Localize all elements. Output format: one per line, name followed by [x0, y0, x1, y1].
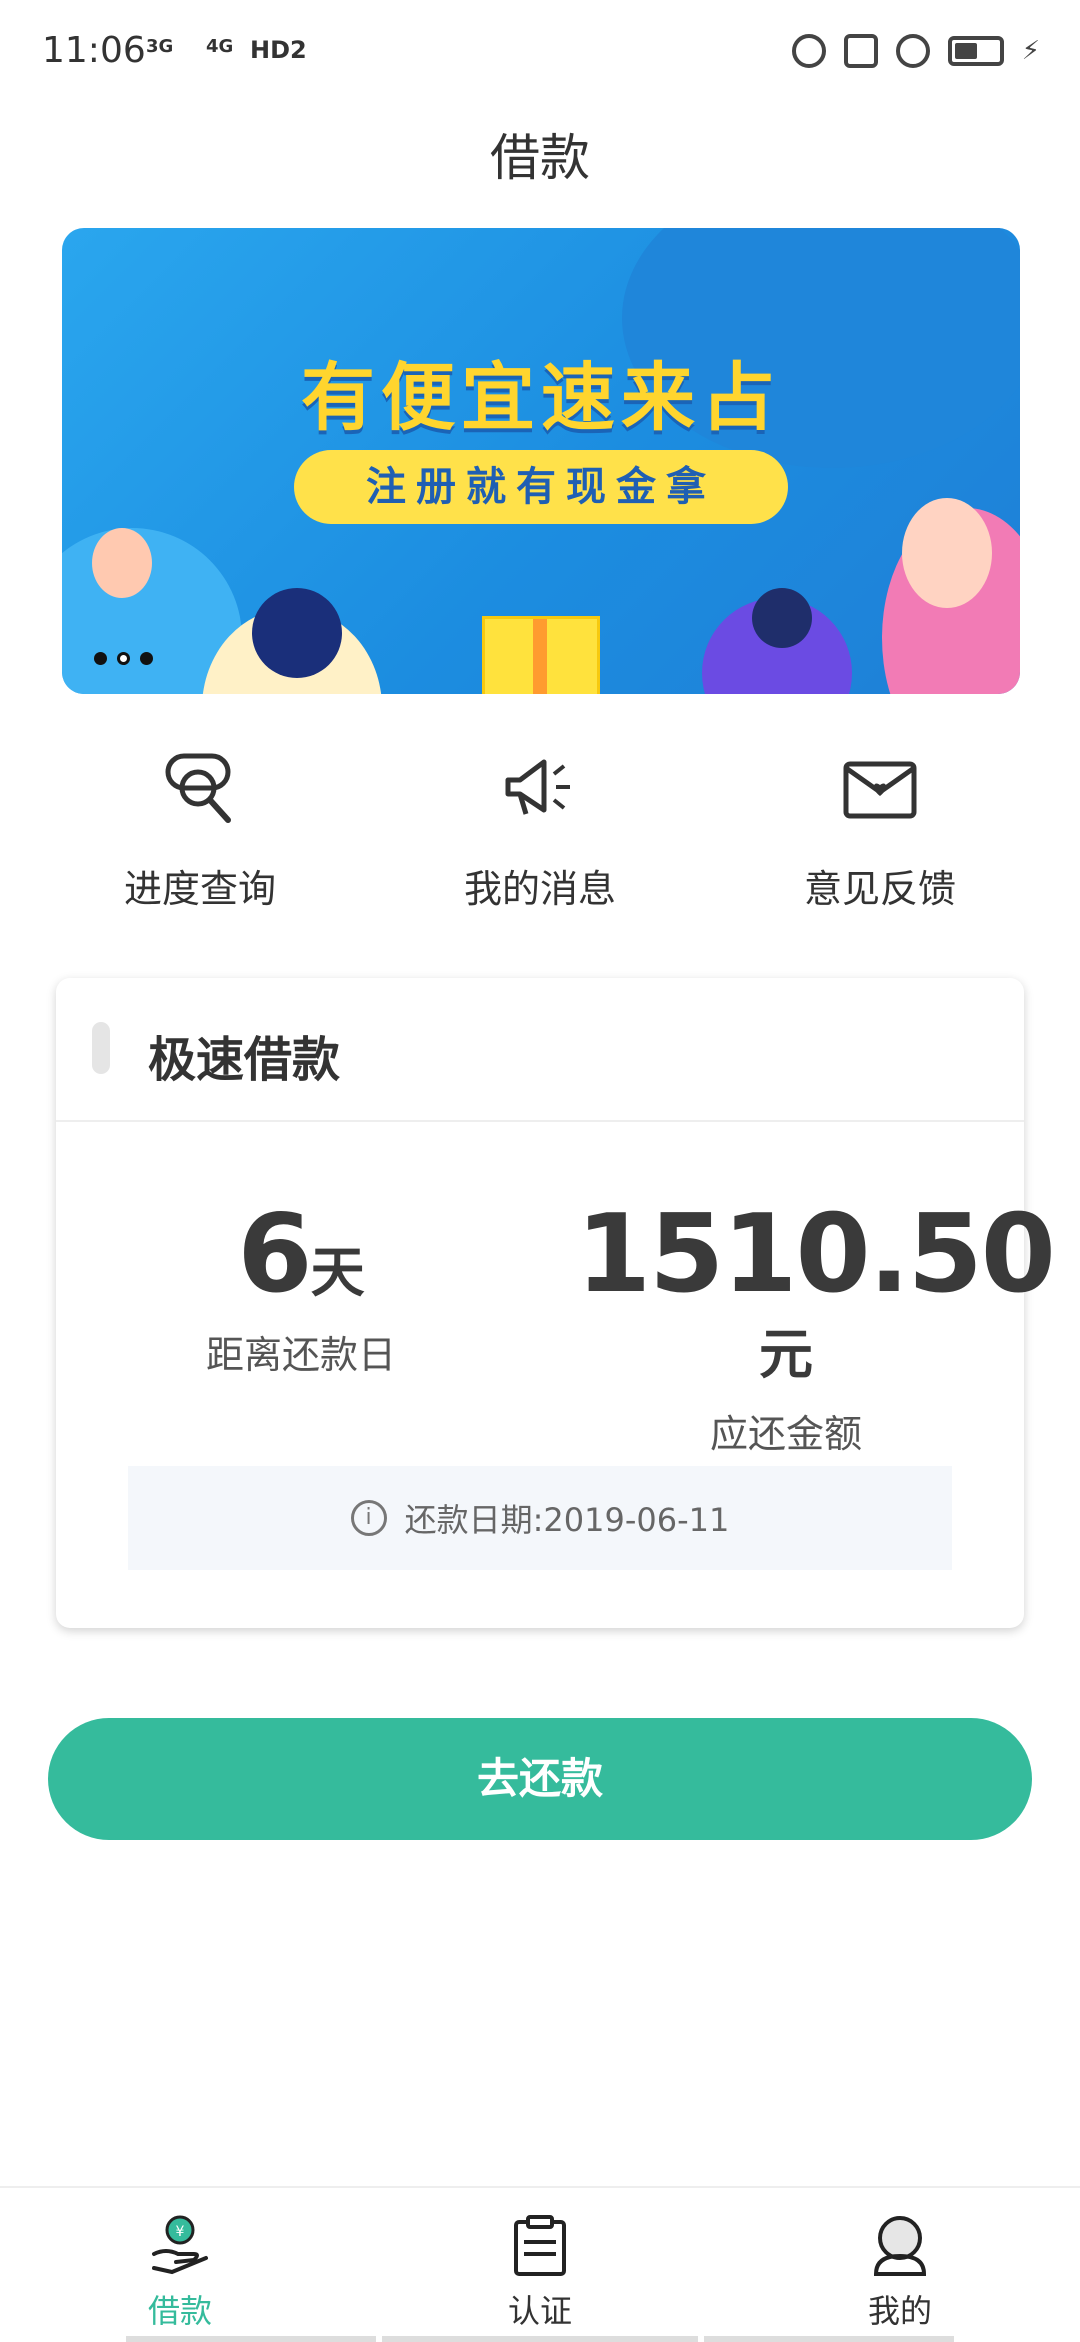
action-label: 进度查询 — [123, 867, 276, 911]
bottom-nav: ¥ 借款 认证 我的 — [0, 2186, 1080, 2342]
user-profile-icon — [873, 2216, 927, 2276]
network-3g-indicator: 3G — [146, 36, 174, 57]
repayment-date-notice: i 还款日期:2019-06-11 — [128, 1466, 952, 1570]
tab-label: 我的 — [867, 2292, 932, 2330]
days-value: 6 — [237, 1192, 312, 1317]
charging-icon: ⚡ — [1021, 36, 1040, 66]
amount-due: 1510.50元 应还金额 — [576, 1200, 1056, 1458]
days-unit: 天 — [310, 1241, 365, 1304]
repay-button[interactable]: 去还款 — [48, 1718, 1032, 1840]
action-label: 意见反馈 — [803, 867, 956, 911]
clipboard-icon — [514, 2215, 566, 2276]
search-progress-icon — [165, 753, 231, 823]
banner-tagline: 注册就有现金拿 — [294, 450, 788, 524]
person-illustration — [252, 588, 342, 678]
rotation-lock-icon — [895, 34, 930, 68]
home-indicator — [126, 2336, 376, 2342]
person-illustration — [92, 528, 152, 598]
data-saver-icon — [791, 34, 826, 68]
repayment-date-text: 还款日期:2019-06-11 — [404, 1501, 730, 1539]
action-label: 我的消息 — [463, 867, 616, 911]
page-dot — [140, 652, 153, 665]
megaphone-icon — [505, 759, 570, 815]
svg-text:¥: ¥ — [176, 2224, 185, 2240]
quick-actions: 进度查询 我的消息 意见反馈 — [0, 750, 1080, 913]
person-illustration — [752, 588, 812, 648]
card-header: 极速借款 — [56, 978, 1024, 1122]
banner-headline: 有便宜速来占 — [301, 355, 781, 441]
amount-unit: 元 — [759, 1323, 813, 1386]
tab-mine[interactable]: 我的 — [800, 2214, 1000, 2332]
amount-value: 1510.50 — [576, 1192, 1056, 1317]
home-indicator — [704, 2336, 954, 2342]
page-dot-active — [117, 652, 130, 665]
feedback-button[interactable]: 意见反馈 — [730, 750, 1030, 913]
progress-query-button[interactable]: 进度查询 — [50, 750, 350, 913]
my-messages-button[interactable]: 我的消息 — [390, 750, 690, 913]
home-indicator — [382, 2336, 698, 2342]
tab-label: 认证 — [507, 2292, 572, 2330]
envelope-heart-icon — [843, 761, 917, 819]
days-until-due: 6天 距离还款日 — [156, 1200, 446, 1379]
status-time: 11:06 — [42, 30, 146, 71]
page-title: 借款 — [490, 129, 590, 187]
loan-card: 极速借款 6天 距离还款日 1510.50元 应还金额 i 还款日期:2019-… — [56, 978, 1056, 1628]
amount-label: 应还金额 — [709, 1412, 862, 1456]
network-4g-indicator: 4G — [206, 36, 234, 57]
tab-label: 借款 — [147, 2292, 212, 2330]
card-title: 极速借款 — [148, 1032, 341, 1088]
card-header-accent — [92, 1022, 110, 1074]
page-dot — [94, 652, 107, 665]
gift-box-icon — [482, 616, 600, 694]
battery-icon — [947, 36, 1004, 66]
tab-loan[interactable]: ¥ 借款 — [80, 2214, 280, 2332]
info-icon: i — [350, 1500, 387, 1536]
banner-pagination — [94, 652, 153, 665]
days-label: 距离还款日 — [205, 1333, 396, 1377]
promo-banner[interactable]: 有便宜速来占 注册就有现金拿 — [62, 228, 1020, 694]
person-illustration — [902, 498, 992, 608]
status-icons: ⚡ — [791, 34, 1040, 68]
tab-verification[interactable]: 认证 — [440, 2214, 640, 2332]
loan-hand-coin-icon: ¥ — [152, 2215, 208, 2275]
hd-indicator: HD2 — [250, 36, 307, 64]
status-bar: 11:06 3G 4G HD2 ⚡ — [0, 0, 1080, 110]
vibrate-icon — [843, 34, 878, 68]
